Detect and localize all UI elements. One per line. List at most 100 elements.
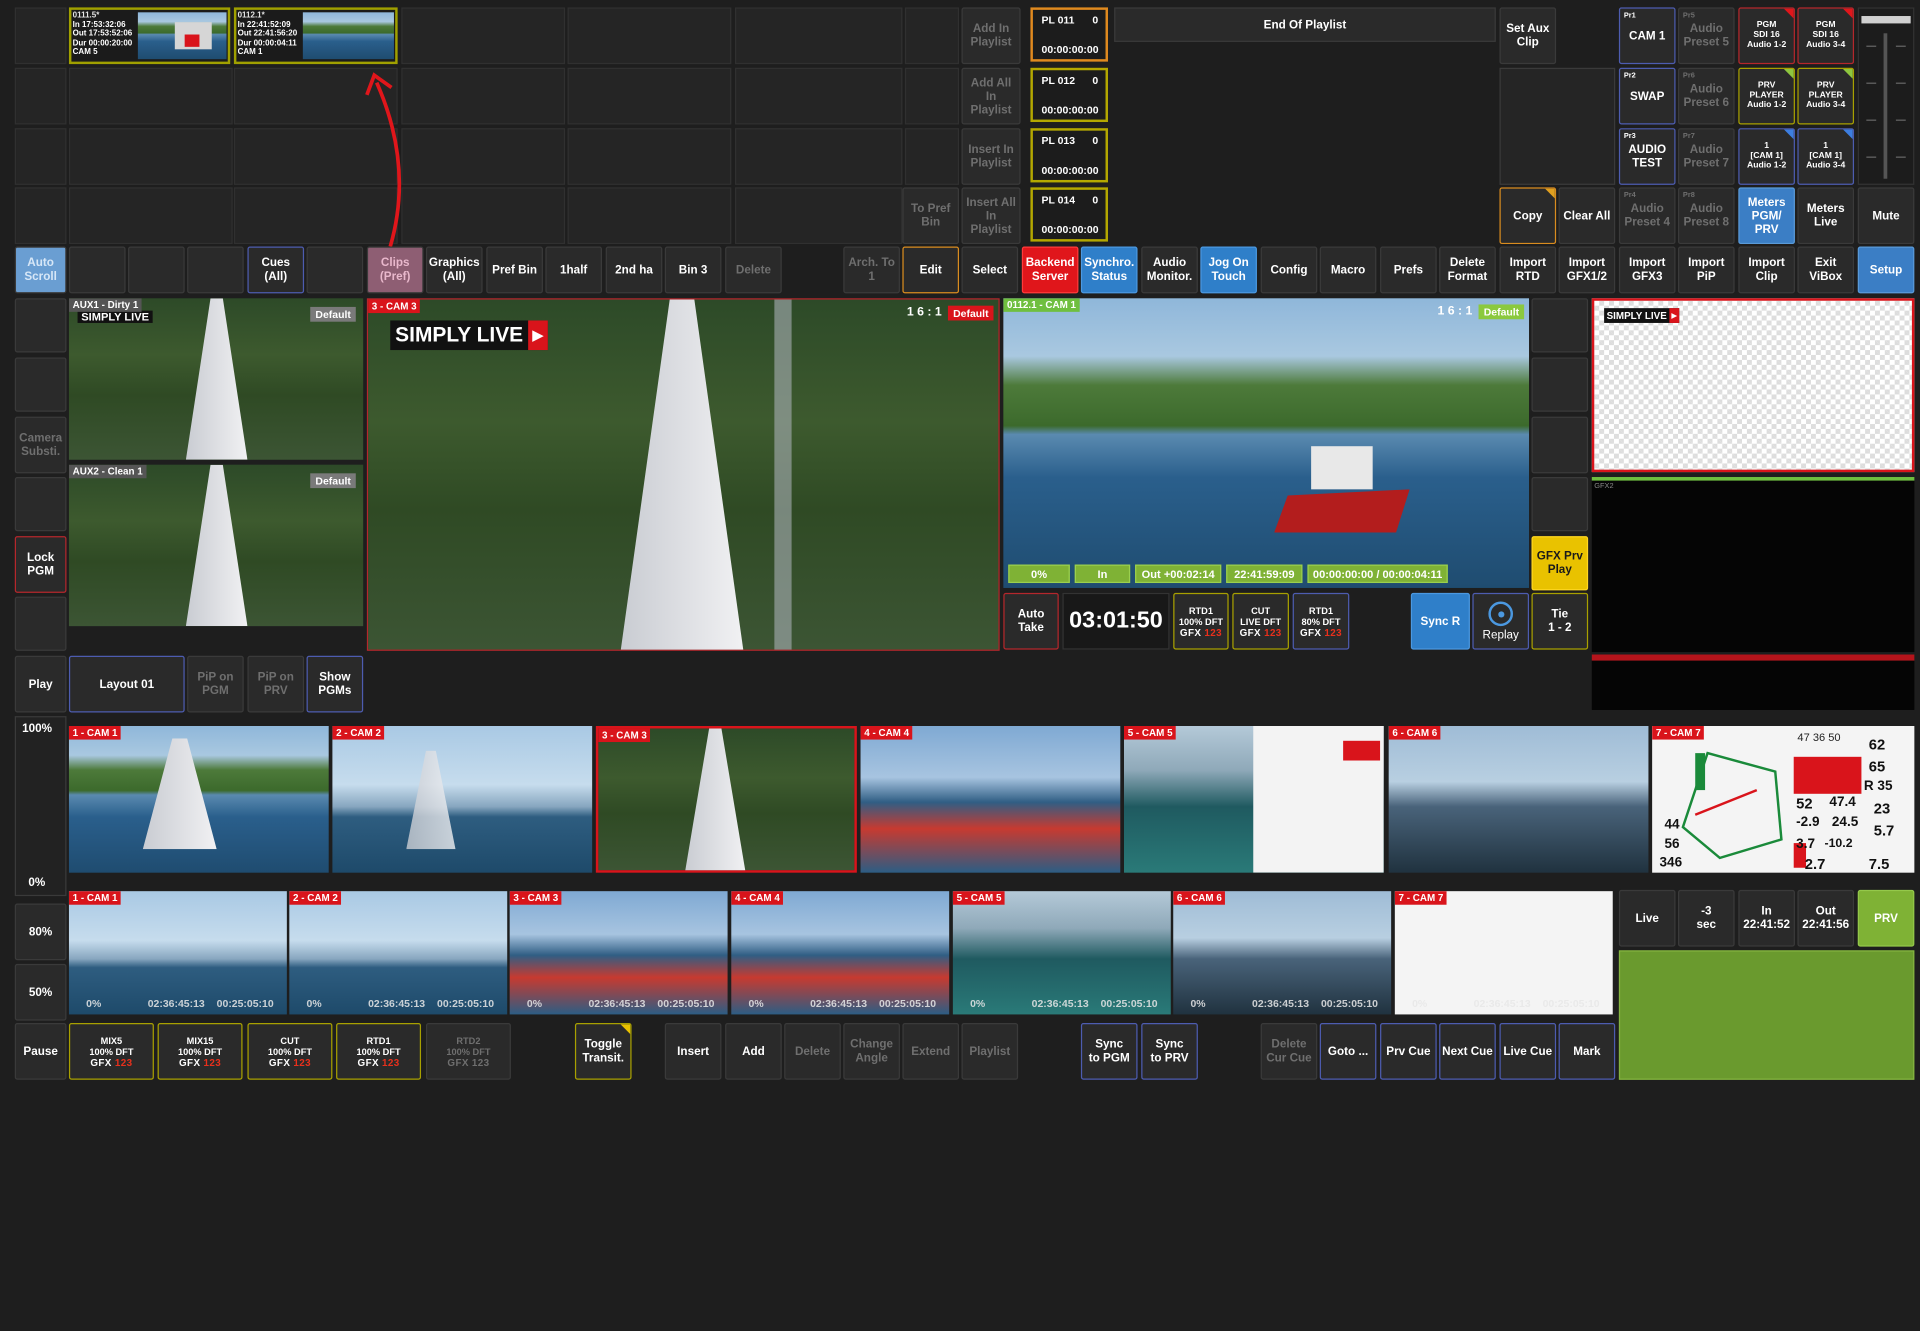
insert-all-in-playlist-button[interactable]: Insert All In Playlist xyxy=(961,187,1021,245)
pgm-sdi-audio-12-button[interactable]: PGM SDI 16 Audio 1-2 xyxy=(1738,7,1795,65)
right-empty-button[interactable] xyxy=(1531,357,1589,412)
playlist-012[interactable]: PL 012 0 00:00:00:00 xyxy=(1030,67,1108,123)
playlist-clip-1[interactable]: 0111.5* In 17:53:32:06 Out 17:53:52:06 D… xyxy=(68,7,231,65)
clip-slot[interactable] xyxy=(567,67,732,125)
import-rtd-button[interactable]: Import RTD xyxy=(1499,246,1557,294)
insert-in-playlist-button[interactable]: Insert In Playlist xyxy=(961,128,1021,185)
cam-5-replay[interactable]: 5 - CAM 5 0% 02:36:45:13 00:25:05:10 xyxy=(952,891,1171,1015)
clip-slot[interactable] xyxy=(401,187,566,245)
sync-to-pgm-button[interactable]: Sync to PGM xyxy=(1080,1023,1138,1080)
playlist-button[interactable]: Playlist xyxy=(961,1023,1019,1080)
cam-3-replay[interactable]: 3 - CAM 3 0% 02:36:45:13 00:25:05:10 xyxy=(509,891,728,1015)
jog-on-touch-button[interactable]: Jog On Touch xyxy=(1200,246,1257,294)
cam-5-live[interactable]: 5 - CAM 5 xyxy=(1123,726,1384,873)
cam-1-live[interactable]: 1 - CAM 1 xyxy=(68,726,329,873)
clip-slot[interactable] xyxy=(567,187,732,245)
pref-bin-button[interactable]: Pref Bin xyxy=(486,246,543,294)
cam-4-replay[interactable]: 4 - CAM 4 0% 02:36:45:13 00:25:05:10 xyxy=(731,891,950,1015)
set-aux-clip-button[interactable]: Set Aux Clip xyxy=(1499,7,1557,65)
toolbar-empty-button[interactable] xyxy=(306,246,364,294)
pgm-sdi-audio-34-button[interactable]: PGM SDI 16 Audio 3-4 xyxy=(1797,7,1855,65)
right-empty-button[interactable] xyxy=(1531,298,1589,353)
delete-format-button[interactable]: Delete Format xyxy=(1439,246,1496,294)
pgm-monitor[interactable]: 3 - CAM 3 SIMPLY LIVE ▶ 1 6 : 1 Default xyxy=(366,298,1000,651)
left-empty-button[interactable] xyxy=(14,298,67,353)
cam-7-replay[interactable]: 7 - CAM 7 0% 02:36:45:13 00:25:05:10 xyxy=(1394,891,1613,1015)
cam-3-live[interactable]: 3 - CAM 3 xyxy=(595,726,857,873)
aux-clip-slot[interactable] xyxy=(1499,67,1616,185)
prv-in[interactable]: In xyxy=(1074,564,1131,584)
delete-current-cue-button[interactable]: Delete Cur Cue xyxy=(1260,1023,1318,1080)
backend-server-button[interactable]: Backend Server xyxy=(1021,246,1079,294)
insert-button[interactable]: Insert xyxy=(664,1023,722,1080)
import-pip-button[interactable]: Import PiP xyxy=(1677,246,1735,294)
mute-button[interactable]: Mute xyxy=(1857,187,1915,245)
clip-slot[interactable] xyxy=(567,128,732,185)
bin-1half-button[interactable]: 1half xyxy=(545,246,603,294)
to-pref-bin-button[interactable]: To Pref Bin xyxy=(902,187,960,245)
play-button[interactable]: Play xyxy=(14,655,67,713)
cam1-audio-34-button[interactable]: 1 [CAM 1] Audio 3-4 xyxy=(1797,128,1855,185)
layout-select-button[interactable]: Layout 01 xyxy=(68,655,185,713)
bin-3-button[interactable]: Bin 3 xyxy=(664,246,722,294)
cues-all-button[interactable]: Cues (All) xyxy=(247,246,305,294)
next-cue-button[interactable]: Next Cue xyxy=(1439,1023,1496,1080)
sync-r-button[interactable]: Sync R xyxy=(1410,592,1470,650)
clip-slot[interactable] xyxy=(734,128,903,185)
bin-2nd-half-button[interactable]: 2nd ha xyxy=(605,246,663,294)
delete-button[interactable]: Delete xyxy=(725,246,782,294)
preset-8-button[interactable]: Pr8 Audio Preset 8 xyxy=(1677,187,1735,245)
out-point-button[interactable]: Out 22:41:56 xyxy=(1797,889,1855,947)
mix5-button[interactable]: MIX5 100% DFT GFX 123 xyxy=(68,1023,154,1080)
rtd1-80-button[interactable]: RTD1 80% DFT GFX 123 xyxy=(1292,592,1350,650)
goto-button[interactable]: Goto ... xyxy=(1319,1023,1377,1080)
clips-pref-button[interactable]: Clips (Pref) xyxy=(366,246,424,294)
clip-slot[interactable] xyxy=(734,7,903,65)
jog-area[interactable] xyxy=(1618,950,1915,1080)
speed-slider[interactable]: 100% 0% xyxy=(14,716,67,897)
cam-4-live[interactable]: 4 - CAM 4 xyxy=(860,726,1121,873)
playlist-clip-2[interactable]: 0112.1* In 22:41:52:09 Out 22:41:56:20 D… xyxy=(233,7,398,65)
show-pgms-button[interactable]: Show PGMs xyxy=(306,655,364,713)
pause-button[interactable]: Pause xyxy=(14,1023,67,1080)
graphics-all-button[interactable]: Graphics (All) xyxy=(425,246,483,294)
meters-live-button[interactable]: Meters Live xyxy=(1797,187,1855,245)
config-button[interactable]: Config xyxy=(1260,246,1318,294)
change-angle-button[interactable]: Change Angle xyxy=(843,1023,900,1080)
exit-vibox-button[interactable]: Exit ViBox xyxy=(1797,246,1855,294)
pip-on-pgm-button[interactable]: PiP on PGM xyxy=(187,655,244,713)
left-empty-button[interactable] xyxy=(14,596,67,651)
clip-slot[interactable] xyxy=(401,67,566,125)
clip-slot[interactable] xyxy=(68,128,233,185)
macro-button[interactable]: Macro xyxy=(1319,246,1377,294)
prv-out[interactable]: Out +00:02:14 xyxy=(1135,564,1222,584)
cam-2-live[interactable]: 2 - CAM 2 xyxy=(332,726,593,873)
preset-5-button[interactable]: Pr5 Audio Preset 5 xyxy=(1677,7,1735,65)
aux2-monitor[interactable]: AUX2 - Clean 1 Default xyxy=(68,464,364,627)
cam-7-live[interactable]: 47 36 50 62 65 R 35 52 47.4 23 -2.9 24.5… xyxy=(1652,726,1915,873)
aux1-monitor[interactable]: SIMPLY LIVE AUX1 - Dirty 1 Default xyxy=(68,298,364,460)
clip-slot[interactable] xyxy=(401,7,566,65)
minus-3-sec-button[interactable]: -3 sec xyxy=(1677,889,1735,947)
cut-button[interactable]: CUT 100% DFT GFX 123 xyxy=(247,1023,333,1080)
preset-2-button[interactable]: Pr2 SWAP xyxy=(1618,67,1676,125)
audio-monitor-button[interactable]: Audio Monitor. xyxy=(1141,246,1198,294)
speed-50-button[interactable]: 50% xyxy=(14,963,67,1021)
toolbar-empty-button[interactable] xyxy=(68,246,126,294)
preset-4-button[interactable]: Pr4 Audio Preset 4 xyxy=(1618,187,1676,245)
import-clip-button[interactable]: Import Clip xyxy=(1738,246,1795,294)
gfx-prv-play-button[interactable]: GFX Prv Play xyxy=(1531,536,1589,591)
preset-6-button[interactable]: Pr6 Audio Preset 6 xyxy=(1677,67,1735,125)
preset-3-button[interactable]: Pr3 AUDIO TEST xyxy=(1618,128,1676,185)
clip-slot[interactable] xyxy=(68,67,233,125)
rtd2-button[interactable]: RTD2 100% DFT GFX 123 xyxy=(425,1023,511,1080)
add-all-in-playlist-button[interactable]: Add All In Playlist xyxy=(961,67,1021,125)
add-button[interactable]: Add xyxy=(725,1023,782,1080)
setup-button[interactable]: Setup xyxy=(1857,246,1915,294)
gfx1-preview[interactable]: SIMPLY LIVE ▶ xyxy=(1591,298,1915,473)
sync-to-prv-button[interactable]: Sync to PRV xyxy=(1141,1023,1198,1080)
clip-slot[interactable] xyxy=(904,128,960,185)
lock-pgm-button[interactable]: Lock PGM xyxy=(14,536,67,593)
cam-6-replay[interactable]: 6 - CAM 6 0% 02:36:45:13 00:25:05:10 xyxy=(1173,891,1392,1015)
left-empty-button[interactable] xyxy=(14,357,67,412)
